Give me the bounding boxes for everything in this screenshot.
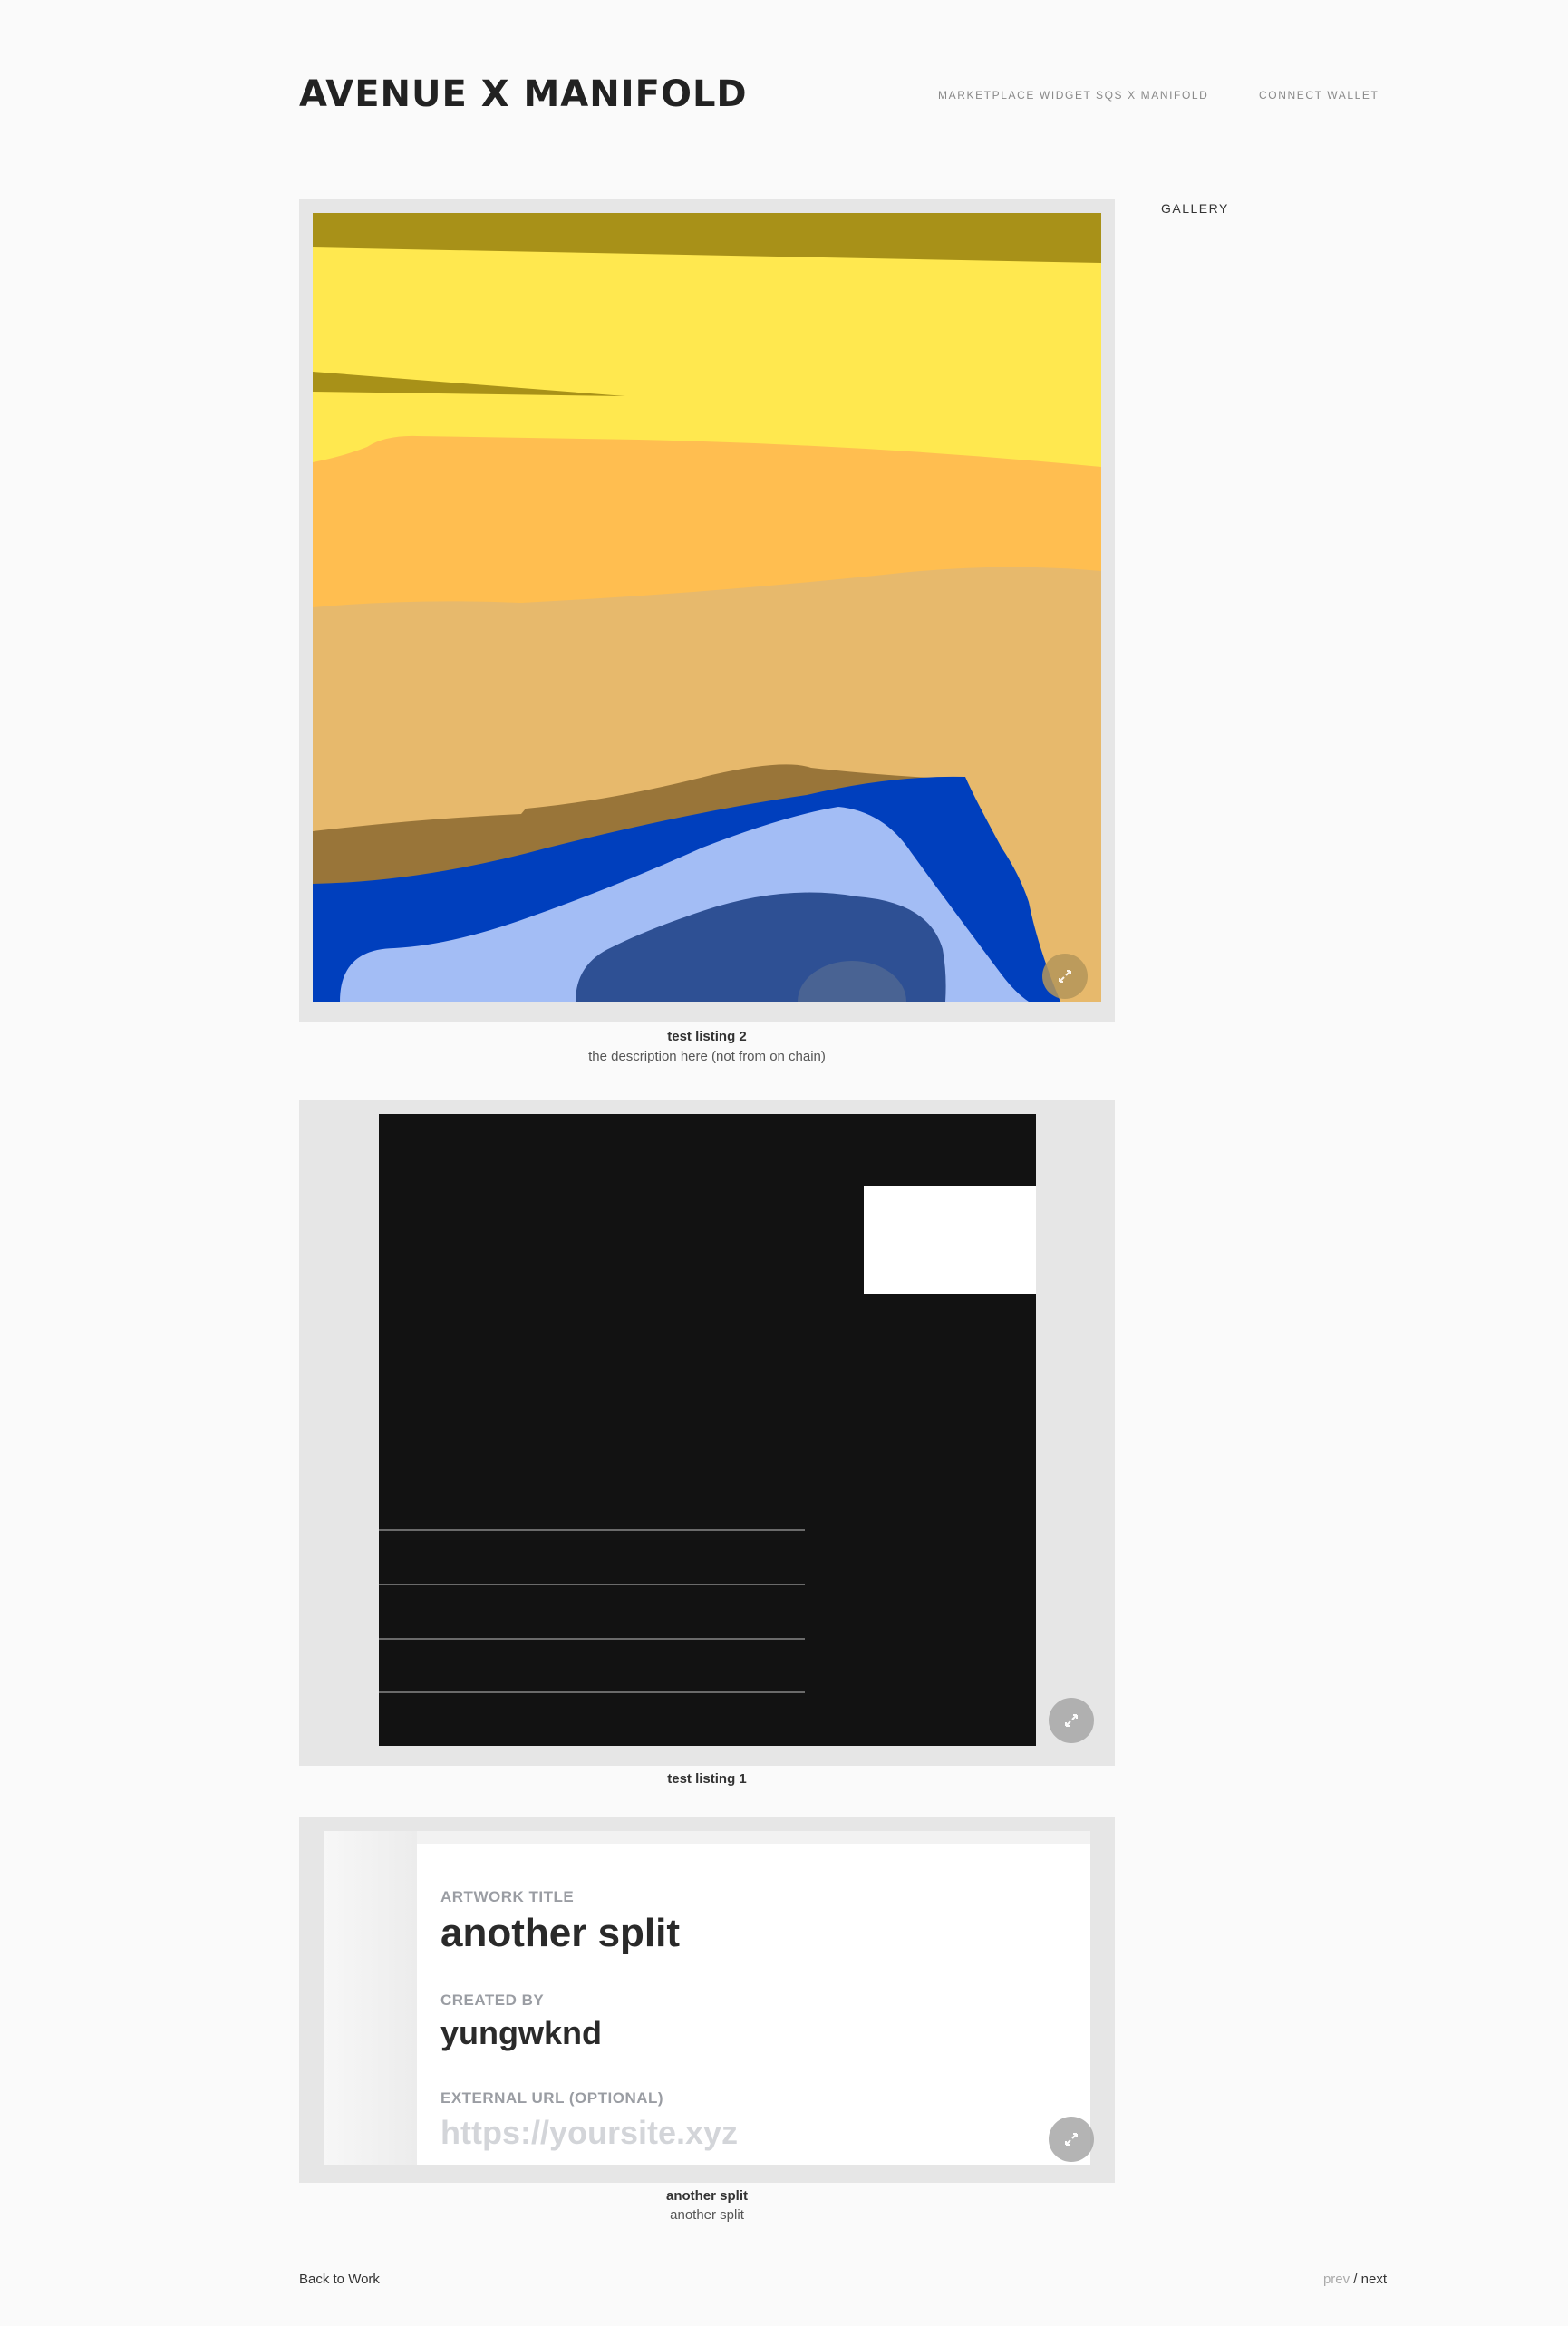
gallery-label[interactable]: GALLERY [1161,201,1229,216]
item-title: another split [665,2188,748,2204]
form-sidebar [324,1831,417,2165]
item-description: the description here (not from on chain) [588,1049,826,1064]
back-to-work-link[interactable]: Back to Work [299,2272,380,2287]
expand-icon [1065,2133,1078,2146]
item-description: another split [670,2207,744,2223]
nav-sqs-x-manifold[interactable]: SQS X MANIFOLD [1096,89,1208,102]
item-title: test listing 1 [667,1771,747,1787]
external-url-placeholder: https://yoursite.xyz [440,2114,739,2151]
form-top-bar [417,1831,1090,1844]
external-url-label: EXTERNAL URL (OPTIONAL) [440,2089,664,2107]
nav-marketplace-widget[interactable]: MARKETPLACE WIDGET [938,89,1091,102]
artwork-title-value: another split [440,1911,681,1955]
expand-icon [1065,1714,1078,1727]
artwork-title-label: ARTWORK TITLE [440,1888,575,1905]
expand-button[interactable] [1049,2117,1094,2162]
created-by-value: yungwknd [440,2014,602,2051]
pagination: prev / next [1305,2272,1387,2287]
artwork-image [313,213,1101,1002]
item-title: test listing 2 [667,1029,747,1044]
expand-button[interactable] [1049,1698,1094,1743]
next-link[interactable]: next [1361,2272,1387,2287]
nav-connect-wallet[interactable]: CONNECT WALLET [1259,89,1379,102]
expand-button[interactable] [1042,954,1088,999]
pagination-separator: / [1353,2272,1358,2287]
gallery-item-test-listing-1[interactable] [299,1100,1115,1766]
prev-link[interactable]: prev [1323,2272,1350,2287]
created-by-label: CREATED BY [440,1992,545,2009]
gallery-item-test-listing-2[interactable] [299,199,1115,1022]
site-title[interactable]: AVENUE X MANIFOLD [299,71,748,118]
expand-icon [1059,970,1071,983]
artwork-image [379,1114,1036,1746]
